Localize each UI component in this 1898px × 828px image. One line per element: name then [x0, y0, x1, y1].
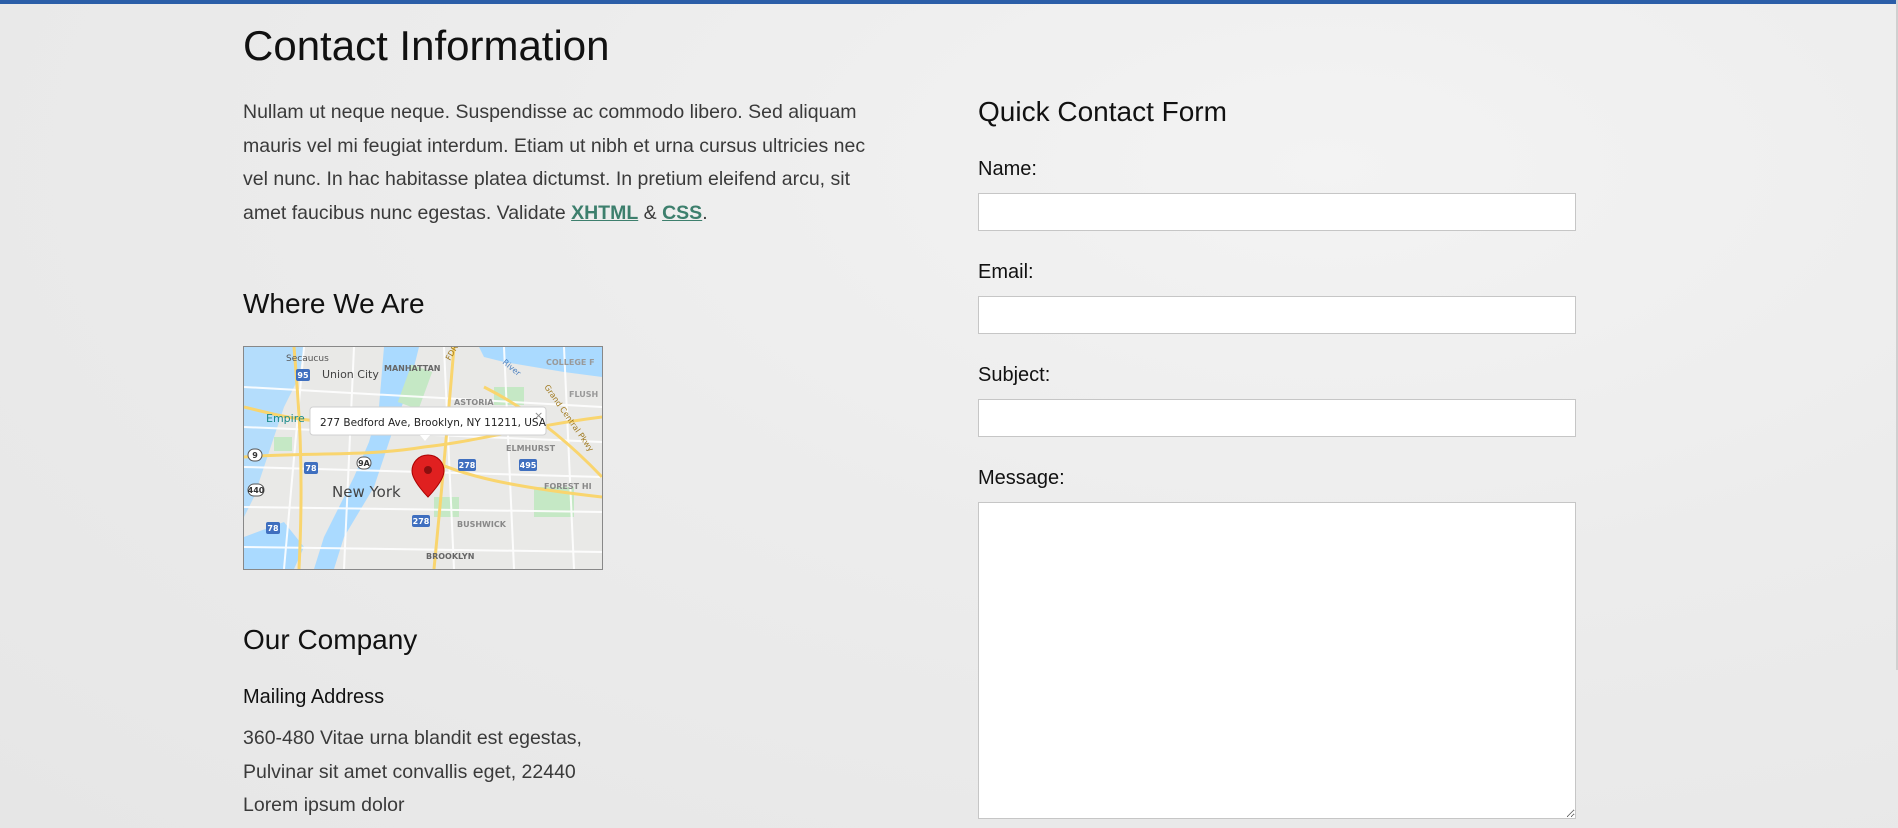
map-shield-495: 495 — [520, 461, 537, 470]
location-map[interactable]: 95 9A 78 278 495 440 9 278 78 Secaucus U… — [243, 346, 603, 570]
xhtml-validate-link[interactable]: XHTML — [571, 202, 638, 224]
intro-paragraph: Nullam ut neque neque. Suspendisse ac co… — [243, 96, 883, 230]
mailing-address: 360-480 Vitae urna blandit est egestas, … — [243, 722, 582, 823]
map-label-elmhurst: ELMHURST — [506, 444, 556, 453]
map-shield-78: 78 — [305, 464, 317, 473]
subject-input[interactable] — [978, 399, 1576, 437]
email-input[interactable] — [978, 296, 1576, 334]
address-line-2: Pulvinar sit amet convallis eget, 22440 — [243, 760, 576, 783]
mailing-address-heading: Mailing Address — [243, 686, 385, 708]
our-company-heading: Our Company — [243, 624, 418, 655]
intro-text: Nullam ut neque neque. Suspendisse ac co… — [243, 101, 866, 224]
map-label-forest-hills: FOREST HI — [544, 482, 592, 491]
map-label-secaucus: Secaucus — [286, 354, 329, 364]
map-shield-9a: 9A — [358, 459, 371, 468]
map-label-astoria: ASTORIA — [454, 398, 494, 407]
name-label: Name: — [978, 158, 1037, 180]
address-line-1: 360-480 Vitae urna blandit est egestas, — [243, 727, 582, 749]
map-shield-278-south: 278 — [413, 517, 430, 526]
email-label: Email: — [978, 261, 1034, 283]
map-popup-close-icon[interactable]: × — [534, 409, 543, 422]
map-shield-95: 95 — [297, 371, 309, 380]
top-accent-bar — [0, 0, 1898, 4]
map-label-flush: FLUSH — [569, 390, 598, 399]
page-title: Contact Information — [243, 22, 610, 69]
quick-contact-heading: Quick Contact Form — [978, 96, 1227, 127]
map-label-new-york: New York — [332, 483, 401, 501]
map-popup-address: 277 Bedford Ave, Brooklyn, NY 11211, USA — [320, 417, 547, 429]
address-line-3: Lorem ipsum dolor — [243, 794, 405, 816]
message-textarea[interactable] — [978, 502, 1576, 819]
where-we-are-heading: Where We Are — [243, 288, 425, 319]
map-label-college: COLLEGE F — [546, 358, 595, 367]
intro-amp: & — [638, 201, 663, 224]
subject-label: Subject: — [978, 364, 1051, 386]
message-label: Message: — [978, 467, 1065, 489]
intro-end: . — [702, 201, 708, 224]
map-label-brooklyn: BROOKLYN — [426, 552, 474, 561]
map-shield-440: 440 — [248, 486, 265, 495]
map-label-bushwick: BUSHWICK — [457, 520, 507, 529]
map-shield-78-west: 78 — [267, 524, 279, 533]
map-label-empire: Empire — [266, 412, 305, 425]
map-shield-9: 9 — [252, 451, 258, 460]
map-shield-278: 278 — [459, 461, 476, 470]
map-label-manhattan: MANHATTAN — [384, 364, 440, 373]
name-input[interactable] — [978, 193, 1576, 231]
css-validate-link[interactable]: CSS — [662, 202, 702, 224]
map-label-union-city: Union City — [322, 368, 379, 381]
